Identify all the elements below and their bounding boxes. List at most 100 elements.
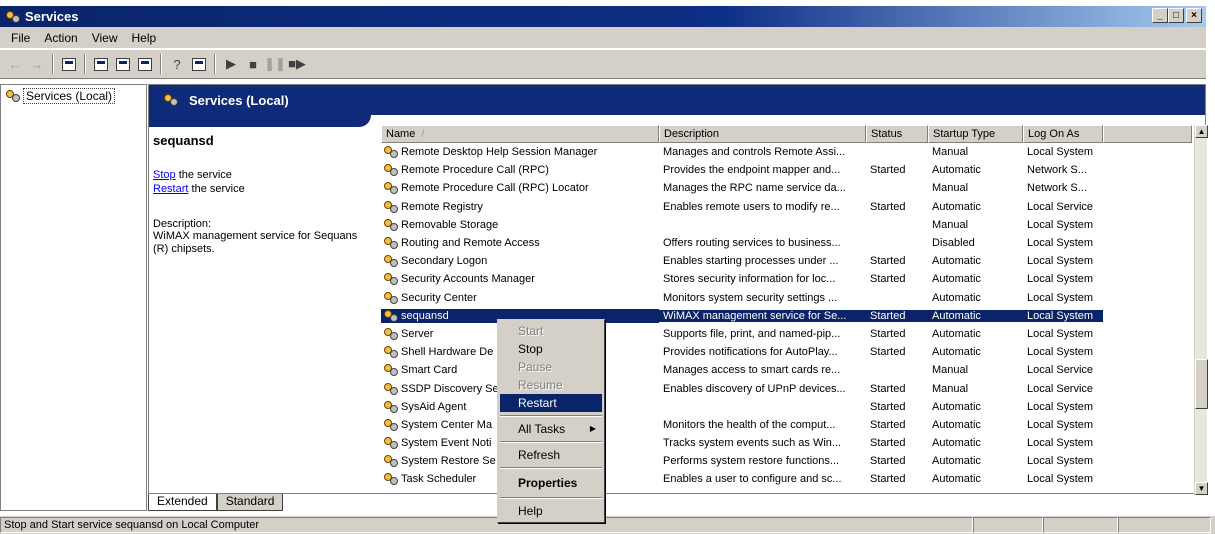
service-description-cell: Provides the endpoint mapper and... [663, 164, 841, 177]
menu-help[interactable]: Help [125, 28, 164, 48]
gear-icon [384, 473, 398, 486]
service-status-cell: Started [870, 200, 906, 213]
column-header-status[interactable]: Status [866, 125, 928, 143]
service-name-cell: Routing and Remote Access [381, 236, 659, 250]
menu-item-stop[interactable]: Stop [500, 340, 602, 358]
menu-item-all-tasks-label: All Tasks [518, 422, 566, 436]
tab-standard[interactable]: Standard [216, 494, 284, 511]
help-icon[interactable]: ? [166, 53, 188, 75]
stop-suffix: the service [175, 169, 232, 181]
stop-link[interactable]: Stop [153, 169, 176, 181]
menu-file[interactable]: File [4, 28, 37, 48]
menu-item-restart[interactable]: Restart [500, 394, 602, 412]
view-tabs: Extended Standard [148, 494, 284, 511]
scroll-up-button[interactable]: ▲ [1195, 125, 1208, 138]
service-description-cell: Enables remote users to modify re... [663, 200, 840, 213]
pause-icon[interactable]: ❚❚ [264, 53, 286, 75]
service-logon-cell: Local System [1027, 418, 1094, 431]
show-hide-tree-icon[interactable] [58, 53, 80, 75]
scroll-down-button[interactable]: ▼ [1195, 482, 1208, 495]
menu-action[interactable]: Action [37, 28, 84, 48]
service-description-cell: Enables starting processes under ... [663, 255, 839, 268]
vertical-scrollbar[interactable]: ▲ ▼ [1194, 125, 1208, 495]
restart-line: Restart the service [153, 182, 369, 196]
service-logon-cell: Local System [1027, 237, 1094, 250]
table-row[interactable]: Remote Desktop Help Session Manager Manag… [381, 143, 1192, 161]
scroll-thumb[interactable] [1195, 359, 1208, 409]
service-name-cell: Security Accounts Manager [381, 272, 659, 286]
service-startup-type-cell: Automatic [932, 418, 981, 431]
restart-link[interactable]: Restart [153, 183, 188, 195]
column-header-startup-type[interactable]: Startup Type [928, 125, 1023, 143]
service-name-text: Security Center [401, 291, 477, 304]
close-button[interactable]: × [1186, 8, 1202, 23]
service-name-text: Security Accounts Manager [401, 273, 535, 286]
service-status-cell: Started [870, 473, 906, 486]
service-name-text: System Center Ma [401, 418, 493, 431]
service-description-cell: Monitors system security settings ... [663, 291, 838, 304]
services-app-icon [4, 9, 22, 25]
properties-icon[interactable] [90, 53, 112, 75]
maximize-button[interactable]: □ [1168, 8, 1184, 23]
menu-item-help[interactable]: Help [500, 502, 602, 520]
service-startup-type-cell: Disabled [932, 237, 975, 250]
gear-icon [384, 146, 398, 159]
menu-view[interactable]: View [85, 28, 125, 48]
menu-item-properties[interactable]: Properties [500, 472, 602, 494]
column-header-name[interactable]: Name / [381, 125, 659, 143]
service-description-cell: Provides notifications for AutoPlay... [663, 346, 838, 359]
table-row[interactable]: Remote Registry Enables remote users to m… [381, 198, 1192, 216]
tree-item-label: Services (Local) [23, 88, 116, 104]
menu-item-all-tasks[interactable]: All Tasks ▶ [500, 420, 602, 438]
service-logon-cell: Local System [1027, 437, 1094, 450]
stop-line: Stop the service [153, 168, 369, 182]
service-name-text: Secondary Logon [401, 255, 488, 268]
table-row[interactable]: Routing and Remote Access Offers routing … [381, 234, 1192, 252]
service-name-text: Remote Procedure Call (RPC) Locator [401, 182, 589, 195]
minimize-button[interactable]: _ [1152, 8, 1168, 23]
status-pane-2 [973, 517, 1043, 533]
service-startup-type-cell: Automatic [932, 473, 981, 486]
back-arrow-icon[interactable]: ← [4, 53, 26, 75]
tab-extended[interactable]: Extended [148, 494, 217, 511]
sort-arrow-icon: / [421, 128, 425, 140]
console-icon[interactable] [188, 53, 210, 75]
service-name-text: Remote Procedure Call (RPC) [401, 164, 549, 177]
console-tree: Services (Local) [0, 84, 147, 511]
table-row[interactable]: Remote Procedure Call (RPC) Locator Manag… [381, 179, 1192, 197]
restart-icon[interactable]: ■▶ [286, 53, 308, 75]
toolbar-separator [52, 54, 54, 74]
gear-icon [6, 90, 20, 102]
table-row[interactable]: Security Center Monitors system security … [381, 289, 1192, 307]
tree-item-services-local[interactable]: Services (Local) [1, 85, 146, 107]
table-row[interactable]: Removable Storage Manual Local System [381, 216, 1192, 234]
table-row[interactable]: Security Accounts Manager Stores security… [381, 270, 1192, 288]
service-description-cell: Enables a user to configure and sc... [663, 473, 842, 486]
play-icon[interactable]: ▶ [220, 53, 242, 75]
menu-item-refresh[interactable]: Refresh [500, 446, 602, 464]
service-name-text: Remote Desktop Help Session Manager [401, 146, 598, 159]
service-logon-cell: Local System [1027, 400, 1094, 413]
service-logon-cell: Local System [1027, 146, 1094, 159]
column-header-description[interactable]: Description [659, 125, 866, 143]
service-logon-cell: Local System [1027, 218, 1094, 231]
export-list-icon[interactable] [134, 53, 156, 75]
results-pane: Services (Local) sequansd Stop the servi… [148, 84, 1208, 495]
table-row[interactable]: Secondary Logon Enables starting processe… [381, 252, 1192, 270]
service-name-text: Remote Registry [401, 200, 483, 213]
stop-icon[interactable]: ■ [242, 53, 264, 75]
gear-icon [384, 327, 398, 340]
service-description-cell: Tracks system events such as Win... [663, 437, 842, 450]
refresh-icon[interactable] [112, 53, 134, 75]
service-status-cell: Started [870, 327, 906, 340]
service-status-cell: Started [870, 437, 906, 450]
service-status-cell: Started [870, 346, 906, 359]
service-status-cell: Started [870, 382, 906, 395]
service-startup-type-cell: Automatic [932, 437, 981, 450]
gear-icon [384, 255, 398, 268]
service-name-text: sequansd [401, 309, 449, 322]
table-row[interactable]: Remote Procedure Call (RPC) Provides the … [381, 161, 1192, 179]
column-header-log-on-as[interactable]: Log On As [1023, 125, 1103, 143]
service-description-cell: Manages the RPC name service da... [663, 182, 846, 195]
forward-arrow-icon[interactable]: → [26, 53, 48, 75]
